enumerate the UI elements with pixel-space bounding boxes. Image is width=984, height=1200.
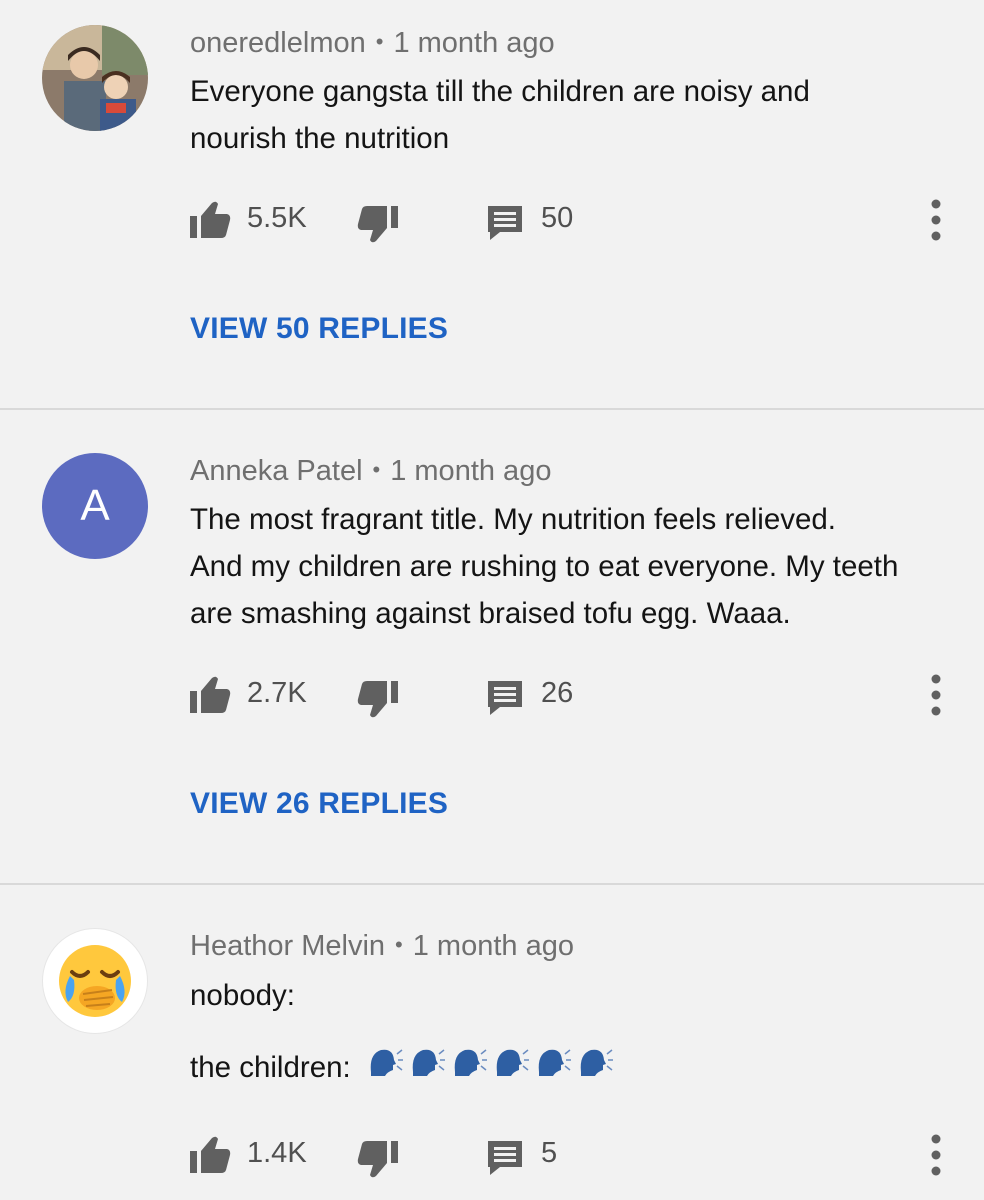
- like-count: 5.5K: [247, 202, 307, 234]
- comment-line: And my children are rushing to eat every…: [190, 550, 899, 583]
- author-name[interactable]: oneredlelmon: [190, 27, 366, 59]
- comment-meta: oneredlelmon • 1 month ago: [190, 27, 555, 60]
- reply-count: 26: [541, 677, 574, 709]
- separator-dot: •: [395, 932, 403, 957]
- thumbs-up-icon[interactable]: [188, 200, 232, 240]
- comment-text: Everyone gangsta till the children are n…: [190, 68, 950, 162]
- thumbs-down-icon[interactable]: [356, 204, 400, 244]
- author-name[interactable]: Heathor Melvin: [190, 930, 385, 962]
- reply-count: 5: [541, 1137, 558, 1169]
- comment-actions: 5.5K 50: [0, 190, 984, 250]
- comment-text: nobody: the children:: [190, 972, 950, 1093]
- face-with-hand-over-mouth-crying-emoji: [59, 945, 131, 1017]
- view-replies-button[interactable]: VIEW 50 REPLIES: [190, 312, 448, 346]
- reply-comment-icon[interactable]: [486, 204, 524, 242]
- like-count: 1.4K: [247, 1137, 307, 1169]
- more-vertical-icon[interactable]: [926, 673, 946, 717]
- thumbs-down-icon[interactable]: [356, 679, 400, 719]
- speaking-head-emoji: [412, 1049, 445, 1076]
- reply-comment-icon[interactable]: [486, 1139, 524, 1177]
- comment-meta: Anneka Patel • 1 month ago: [190, 455, 551, 488]
- comment-line: The most fragrant title. My nutrition fe…: [190, 503, 836, 536]
- comment-text: The most fragrant title. My nutrition fe…: [190, 496, 950, 637]
- avatar-oneredlelmon[interactable]: [42, 25, 148, 131]
- speaking-head-emoji: [580, 1049, 613, 1076]
- comment-divider: [0, 408, 984, 410]
- speaking-head-emoji: [370, 1049, 403, 1076]
- speaking-head-emoji: [496, 1049, 529, 1076]
- avatar-heathor-melvin[interactable]: [42, 928, 148, 1034]
- comment-line: the children:: [190, 1044, 950, 1093]
- speaking-head-emoji: [454, 1049, 487, 1076]
- comment-divider: [0, 883, 984, 885]
- comment-line: nobody:: [190, 979, 295, 1012]
- comment-time: 1 month ago: [390, 455, 552, 487]
- author-name[interactable]: Anneka Patel: [190, 455, 363, 487]
- reply-count: 50: [541, 202, 574, 234]
- more-vertical-icon[interactable]: [926, 1133, 946, 1177]
- avatar-photo: [42, 25, 148, 131]
- comment-line-text: the children:: [190, 1051, 351, 1084]
- comment-meta: Heathor Melvin • 1 month ago: [190, 930, 574, 963]
- thumbs-up-icon[interactable]: [188, 675, 232, 715]
- like-count: 2.7K: [247, 677, 307, 709]
- comment-actions: 2.7K 26: [0, 665, 984, 725]
- thumbs-down-icon[interactable]: [356, 1139, 400, 1179]
- reply-comment-icon[interactable]: [486, 679, 524, 717]
- avatar-anneka-patel[interactable]: A: [42, 453, 148, 559]
- speaking-head-emoji: [538, 1049, 571, 1076]
- comment-time: 1 month ago: [412, 930, 574, 962]
- separator-dot: •: [372, 457, 381, 482]
- separator-dot: •: [375, 29, 384, 54]
- comment-line: Everyone gangsta till the children are n…: [190, 75, 810, 108]
- comment-line: nourish the nutrition: [190, 122, 450, 155]
- avatar-letter: A: [80, 481, 110, 530]
- comment-time: 1 month ago: [393, 27, 555, 59]
- more-vertical-icon[interactable]: [926, 198, 946, 242]
- thumbs-up-icon[interactable]: [188, 1135, 232, 1175]
- comment-line: are smashing against braised tofu egg. W…: [190, 597, 791, 630]
- comment-actions: 1.4K 5: [0, 1125, 984, 1185]
- view-replies-button[interactable]: VIEW 26 REPLIES: [190, 787, 448, 821]
- speaking-head-emoji-row: [367, 1043, 619, 1090]
